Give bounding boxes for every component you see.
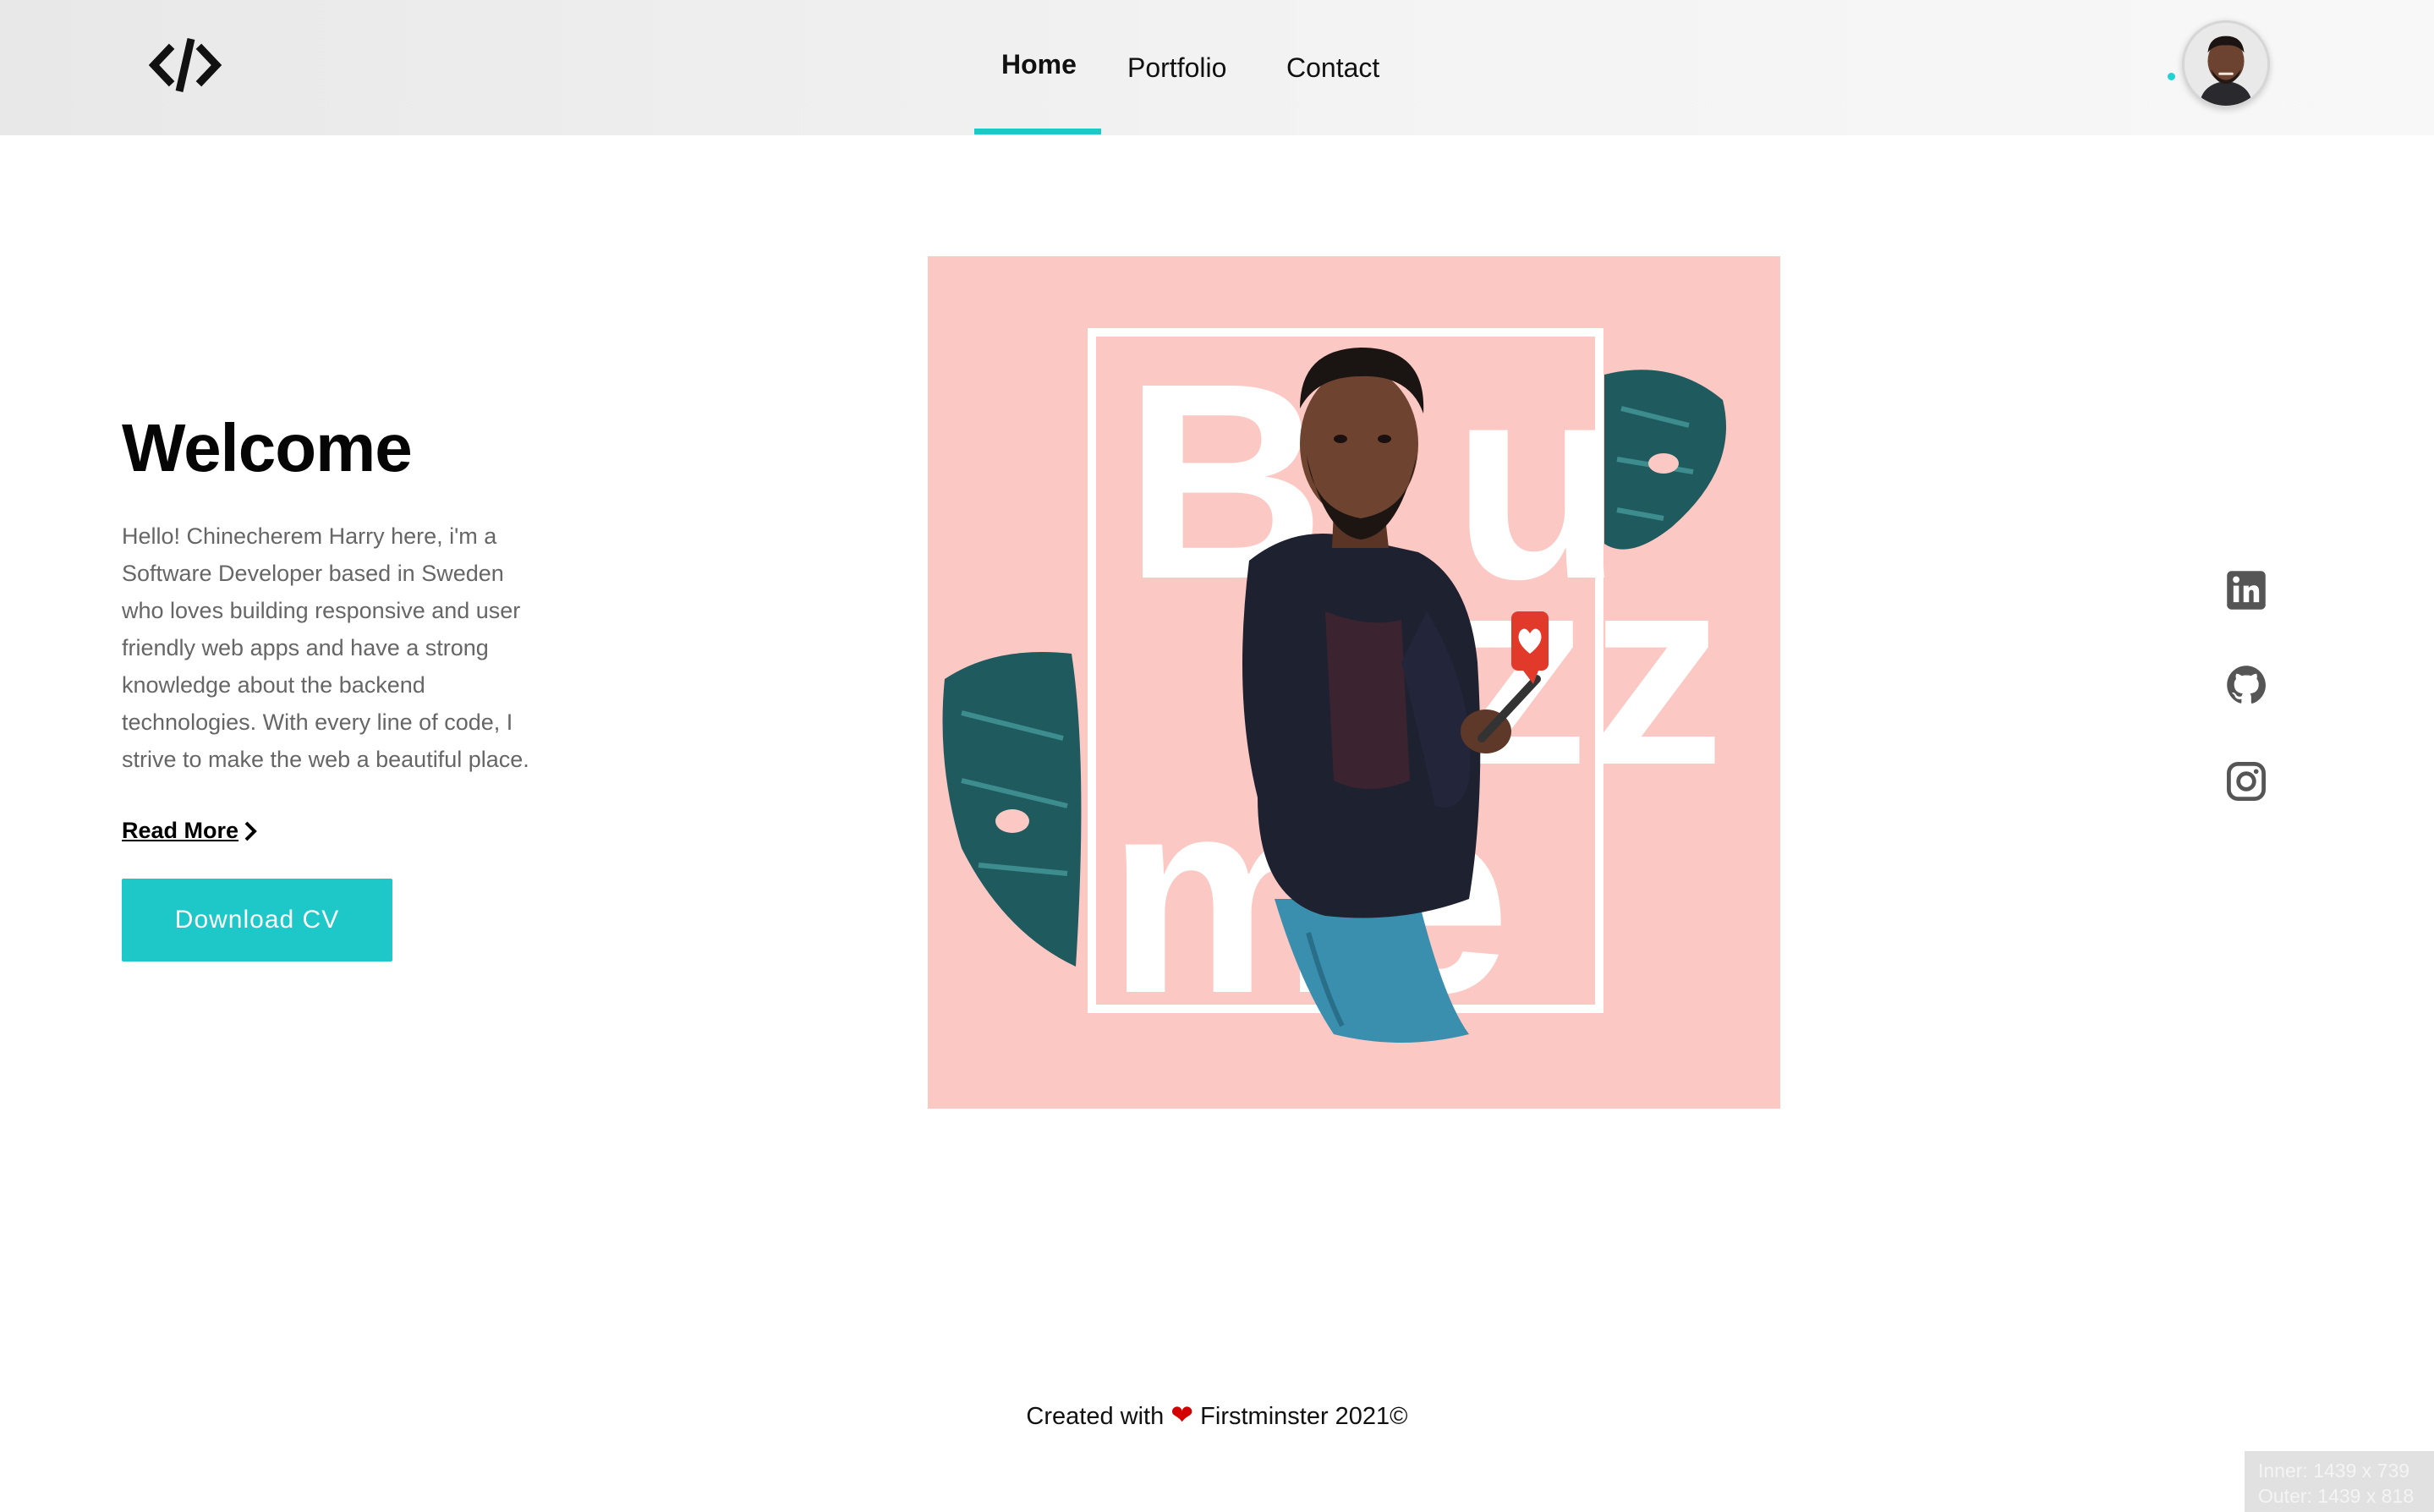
viewport-size-badge: Inner: 1439 x 739 Outer: 1439 x 818 [2245, 1451, 2434, 1512]
chevron-right-icon [244, 821, 257, 841]
buzz-me-illustration: B u zz me [942, 325, 1726, 1051]
code-logo-icon[interactable] [149, 36, 222, 95]
avatar-portrait-icon [2185, 23, 2267, 106]
nav-home[interactable]: Home [1001, 49, 1077, 80]
online-status-dot [2168, 73, 2175, 80]
linkedin-icon[interactable] [2224, 568, 2268, 612]
site-footer: Created with ❤ Firstminster 2021© [0, 1399, 2434, 1431]
github-icon[interactable] [2224, 663, 2268, 707]
footer-credit: Firstminster 2021© [1200, 1403, 1408, 1430]
nav-contact[interactable]: Contact [1286, 52, 1379, 84]
instagram-icon[interactable] [2224, 759, 2268, 803]
intro-paragraph: Hello! Chinecherem Harry here, i'm a Sof… [122, 523, 529, 772]
site-header: Home Portfolio Contact [0, 0, 2434, 135]
heart-icon: ❤ [1170, 1400, 1194, 1430]
avatar[interactable] [2182, 20, 2270, 108]
hero-illustration: B u zz me [928, 256, 1780, 1109]
read-more-link[interactable]: Read More [122, 818, 257, 844]
download-cv-button[interactable]: Download CV [122, 879, 392, 961]
outer-size-text: Outer: 1439 x 818 [2258, 1485, 2415, 1507]
read-more-label: Read More [122, 818, 239, 843]
nav-portfolio[interactable]: Portfolio [1127, 52, 1226, 84]
inner-size-text: Inner: 1439 x 739 [2258, 1460, 2410, 1482]
active-nav-indicator [974, 129, 1101, 134]
leaf-left-icon [942, 652, 1082, 967]
footer-prefix: Created with [1026, 1403, 1165, 1430]
page-title: Welcome [122, 410, 413, 485]
